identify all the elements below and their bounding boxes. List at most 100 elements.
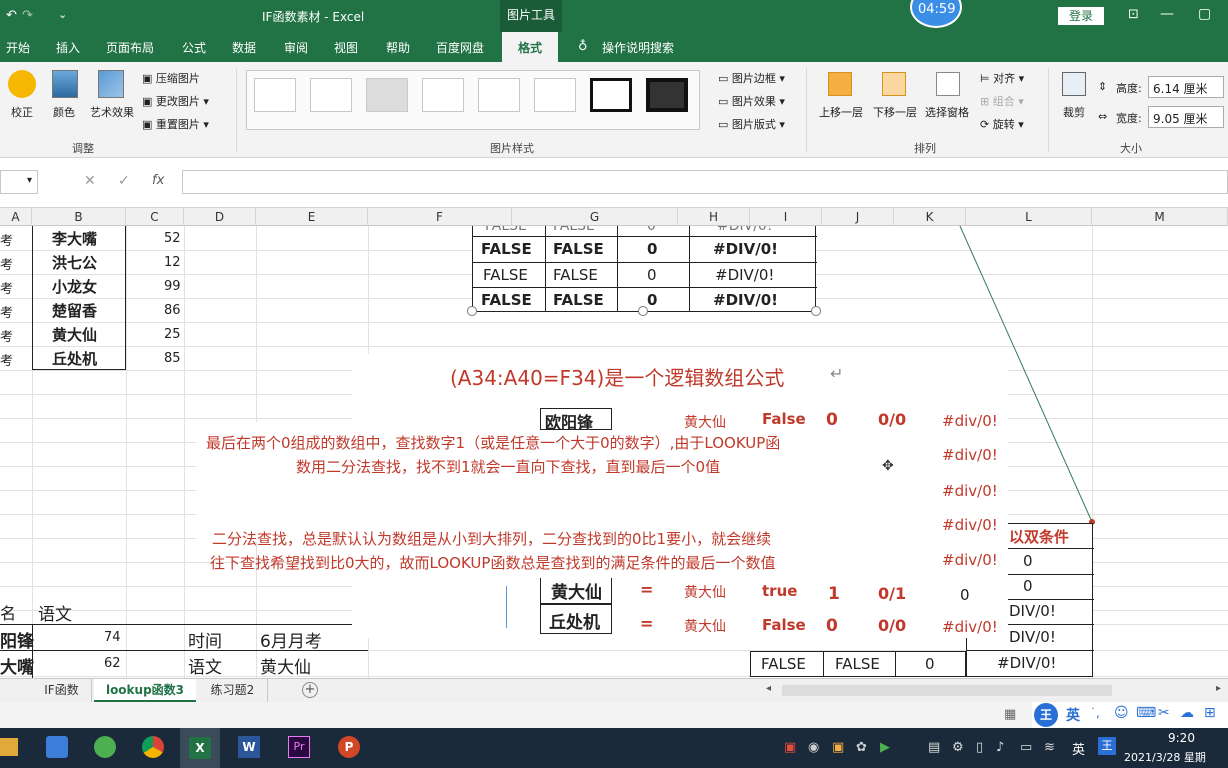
table-cell[interactable]: 语文 [38,600,72,625]
compress-picture-button[interactable]: ▣ 压缩图片 [142,70,200,86]
scroll-left-icon[interactable]: ◂ [766,683,771,694]
insert-function-button[interactable]: fx [152,173,164,188]
tab-formulas[interactable]: 公式 [182,39,206,56]
tab-data[interactable]: 数据 [232,39,256,56]
minimize-icon[interactable]: — [1160,6,1174,22]
rotate-button[interactable]: ⟳ 旋转 ▾ [980,116,1024,132]
premiere-icon[interactable]: Pr [288,736,310,758]
reset-picture-button[interactable]: ▣ 重置图片 ▾ [142,116,209,132]
punctuation-icon[interactable]: ˙, [1090,706,1100,720]
color-button[interactable]: 颜色 [46,104,82,120]
login-button[interactable]: 登录 [1058,7,1104,25]
style-thumb-1[interactable] [254,78,296,112]
clock-date[interactable]: 2021/3/28 星期 [1124,749,1228,765]
table-cell[interactable]: 考 [0,278,13,297]
store-icon[interactable] [46,736,68,758]
tab-review[interactable]: 审阅 [284,39,308,56]
style-thumb-4[interactable] [422,78,464,112]
column-header-f[interactable]: F [368,208,512,226]
table-cell[interactable]: 86 [164,303,181,318]
formula-input[interactable] [182,170,1228,194]
style-thumb-5[interactable] [478,78,520,112]
table-cell[interactable]: 阳锋 [0,627,34,652]
cloud-icon[interactable]: ☁ [1180,705,1194,721]
tab-page-layout[interactable]: 页面布局 [106,39,154,56]
restore-icon[interactable]: ▢ [1198,6,1211,22]
tray-app-icon[interactable]: ▶ [880,740,890,755]
table-cell[interactable]: 李大嘴 [52,228,97,249]
excel-taskbar-item[interactable]: X [180,728,220,768]
tab-format[interactable]: 格式 [502,32,559,62]
display-icon[interactable]: ▭ [1020,740,1032,755]
selection-pane-button[interactable]: 选择窗格 [920,104,974,120]
ime-logo-icon[interactable]: 王 [1034,703,1058,727]
width-input[interactable]: 9.05 厘米 [1148,106,1224,128]
notes-icon[interactable]: ▤ [928,740,940,755]
redo-icon[interactable]: ↷ [22,8,33,23]
table-cell[interactable]: 考 [0,326,13,345]
table-cell[interactable]: 考 [0,350,13,369]
table-cell[interactable]: 楚留香 [52,300,97,321]
picture-effects-button[interactable]: ▭ 图片效果 ▾ [718,93,785,109]
tab-help[interactable]: 帮助 [386,39,410,56]
correct-button[interactable]: 校正 [4,104,40,120]
column-header-c[interactable]: C [126,208,184,226]
battery-icon[interactable]: ▯ [976,740,983,755]
tab-baidu-netdisk[interactable]: 百度网盘 [436,39,484,56]
send-backward-button[interactable]: 下移一层 [868,104,922,120]
browser-360-icon[interactable] [94,736,116,758]
style-thumb-8[interactable] [646,78,688,112]
table-cell[interactable]: 12 [164,255,181,270]
change-picture-button[interactable]: ▣ 更改图片 ▾ [142,93,209,109]
scroll-right-icon[interactable]: ▸ [1216,683,1221,694]
resize-handle[interactable] [467,306,477,316]
top-mini-table[interactable]: FALSE FALSE 0 #DIV/0! FALSE FALSE 0 #DIV… [472,226,817,312]
table-cell[interactable]: 25 [164,327,181,342]
table-cell[interactable]: 6月月考 [260,627,322,652]
clock-time[interactable]: 9:20 [1168,731,1195,745]
volume-icon[interactable]: ♪ [996,740,1004,755]
align-button[interactable]: ⊨ 对齐 ▾ [980,70,1024,86]
artistic-effects-button[interactable]: 艺术效果 [86,104,138,120]
ribbon-display-icon[interactable]: ⊡ [1128,7,1139,22]
name-box[interactable]: ▾ [0,170,38,194]
ime-language[interactable]: 英 [1066,705,1080,725]
picture-layout-button[interactable]: ▭ 图片版式 ▾ [718,116,785,132]
column-header-a[interactable]: A [0,208,32,226]
scissors-icon[interactable]: ✂ [1158,705,1170,721]
tab-insert[interactable]: 插入 [56,39,80,56]
wifi-icon[interactable]: ≋ [1044,740,1055,755]
sheet-tab-lookup3[interactable]: lookup函数3 [94,679,196,702]
table-cell[interactable]: 时间 [188,627,222,652]
picture-border-button[interactable]: ▭ 图片边框 ▾ [718,70,785,86]
column-header-h[interactable]: H [678,208,750,226]
table-cell[interactable]: 黄大仙 [52,324,97,345]
normal-view-icon[interactable]: ▦ [1004,707,1016,722]
table-cell[interactable]: 黄大仙 [260,653,311,678]
group-button[interactable]: ⊞ 组合 ▾ [980,93,1024,109]
style-thumb-6[interactable] [534,78,576,112]
style-thumb-7[interactable] [590,78,632,112]
tab-home[interactable]: 开始 [6,39,30,56]
crop-button[interactable]: 裁剪 [1056,104,1092,120]
column-header-i[interactable]: I [750,208,822,226]
style-thumb-3[interactable] [366,78,408,112]
table-cell[interactable]: 语文 [188,653,222,678]
taskbar-ime-language[interactable]: 英 [1072,739,1085,758]
sheet-tab-if[interactable]: IF函数 [32,679,92,702]
chrome-icon[interactable] [142,736,164,758]
emoji-icon[interactable]: ☺ [1114,705,1129,721]
quick-access-menu-icon[interactable]: ⌄ [58,8,67,21]
column-header-d[interactable]: D [184,208,256,226]
tray-app-icon[interactable]: ✿ [856,740,867,755]
column-header-j[interactable]: J [822,208,894,226]
resize-handle[interactable] [811,306,821,316]
tray-app-icon[interactable]: ▣ [784,740,796,755]
sheet-tab-exercise2[interactable]: 练习题2 [198,679,268,702]
powerpoint-icon[interactable]: P [338,736,360,758]
table-cell[interactable]: 丘处机 [52,348,97,369]
add-sheet-icon[interactable]: + [302,682,318,698]
table-cell[interactable]: 大嘴 [0,653,34,678]
table-cell[interactable]: 99 [164,279,181,294]
column-header-b[interactable]: B [32,208,126,226]
